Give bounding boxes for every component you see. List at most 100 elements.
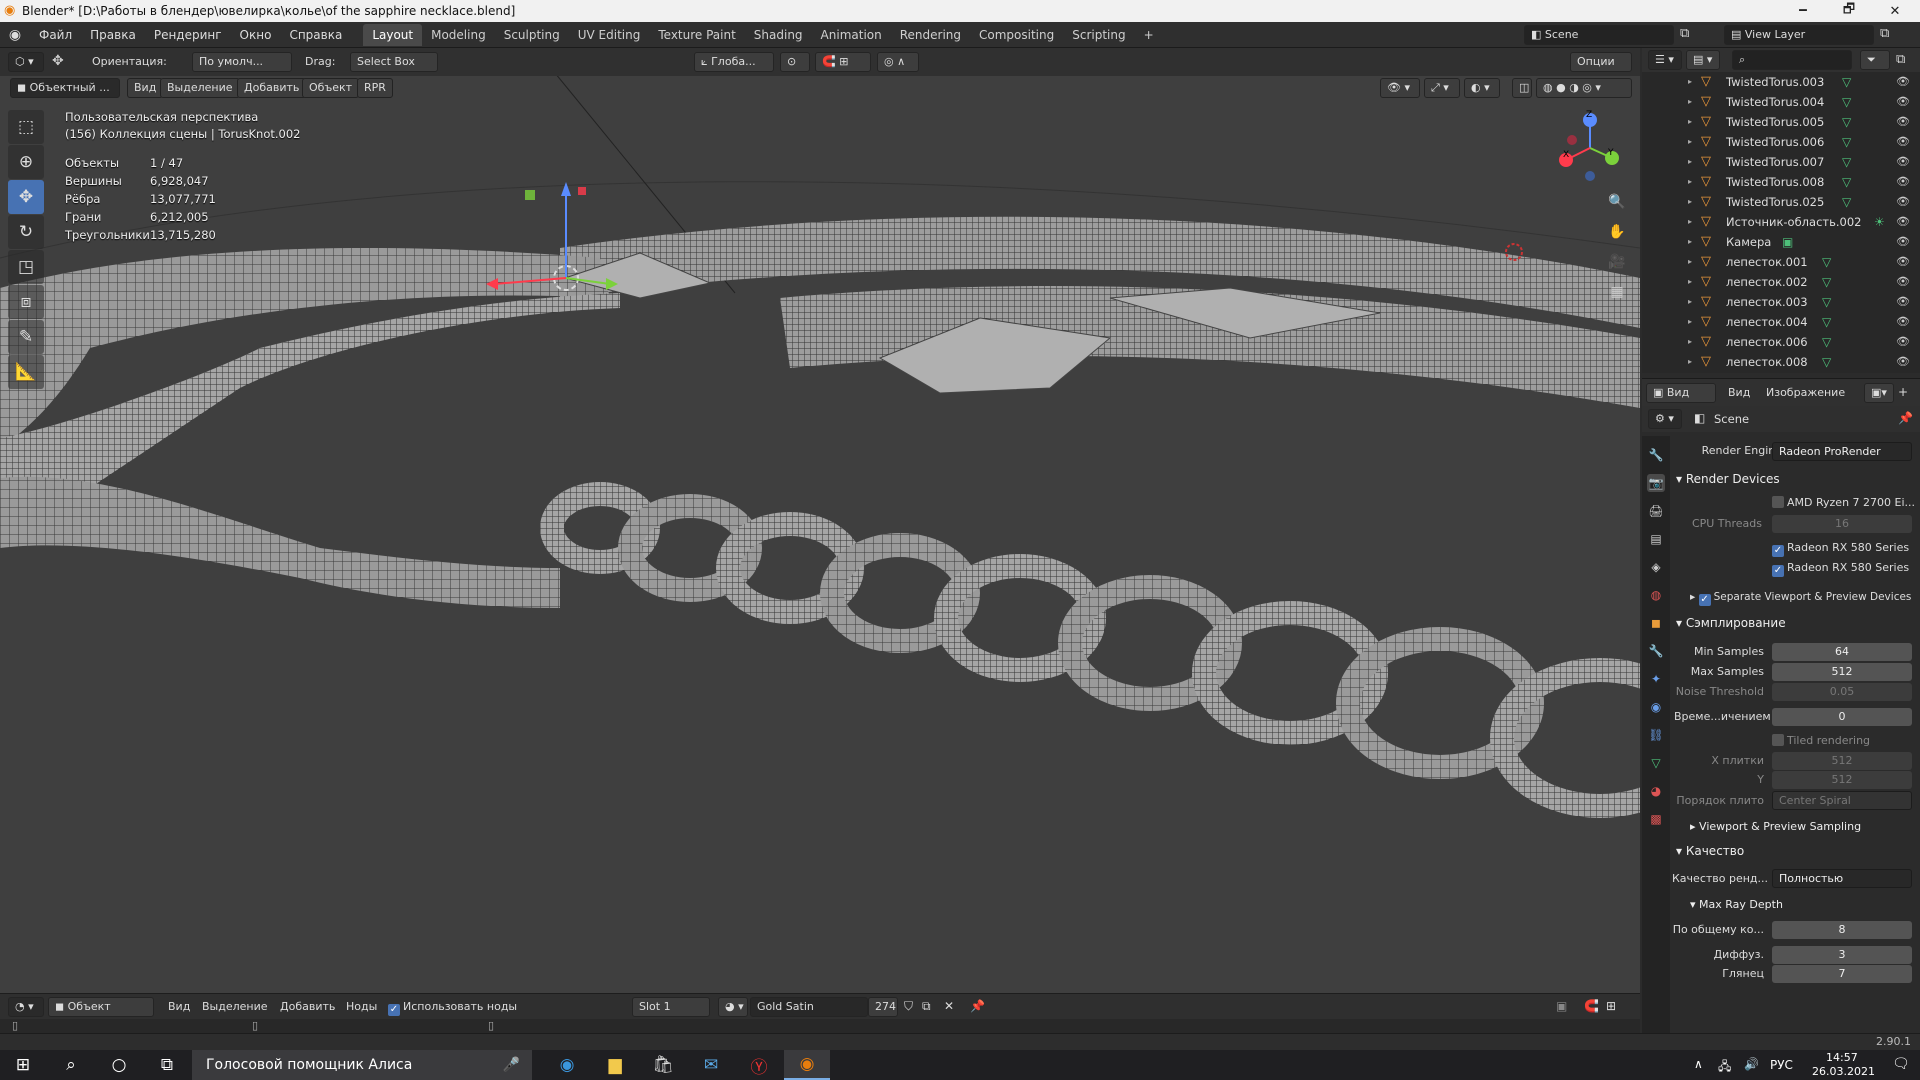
- outliner-row[interactable]: ▸ ▽ лепесток.004 ▽ 👁: [1642, 312, 1920, 332]
- time-limit-field[interactable]: 0: [1772, 708, 1912, 726]
- task-view-icon[interactable]: ⧉: [144, 1050, 190, 1080]
- mesh-data-icon[interactable]: ▽: [1842, 152, 1851, 172]
- section-sampling[interactable]: ▾ Сэмплирование: [1676, 616, 1786, 630]
- mesh-data-icon[interactable]: ▽: [1822, 332, 1831, 352]
- expand-arrow-icon[interactable]: ▸: [1688, 232, 1692, 252]
- visibility-eye-icon[interactable]: 👁: [1896, 172, 1910, 192]
- transform-pivot-icon[interactable]: ✥: [52, 53, 64, 69]
- visibility-eye-icon[interactable]: 👁: [1896, 132, 1910, 152]
- material-users-count[interactable]: 274: [868, 997, 898, 1017]
- snapping-dropdown[interactable]: 🧲 ⊞: [815, 52, 871, 72]
- measure-tool-icon[interactable]: 📐: [8, 355, 44, 389]
- min-samples-field[interactable]: 64: [1772, 643, 1912, 661]
- viewport-menu-object[interactable]: Объект: [302, 78, 360, 98]
- expand-arrow-icon[interactable]: ▸: [1688, 332, 1692, 352]
- render-engine-dropdown[interactable]: Radeon ProRender: [1772, 442, 1912, 461]
- constraints-tab-icon[interactable]: ⛓: [1647, 726, 1665, 744]
- backdrop-icon[interactable]: ▣: [1556, 999, 1567, 1013]
- microphone-icon[interactable]: 🎤: [503, 1050, 520, 1080]
- image-menu-view[interactable]: Вид: [1728, 386, 1750, 399]
- section-quality[interactable]: ▾ Качество: [1676, 844, 1744, 858]
- overlay-dropdown[interactable]: ◐ ▾: [1464, 78, 1500, 98]
- new-view-layer-icon[interactable]: ⧉: [1880, 26, 1889, 41]
- outliner-row[interactable]: ▸ ▽ TwistedTorus.005 ▽ 👁: [1642, 112, 1920, 132]
- shader-menu-nodes[interactable]: Ноды: [346, 1000, 377, 1013]
- outliner-row[interactable]: ▸ ▽ лепесток.002 ▽ 👁: [1642, 272, 1920, 292]
- output-tab-icon[interactable]: 🖨: [1647, 502, 1665, 520]
- separate-devices-checkbox[interactable]: ▸ ✓ Separate Viewport & Preview Devices: [1690, 591, 1911, 606]
- expand-arrow-icon[interactable]: ▸: [1688, 352, 1692, 372]
- tile-x-field[interactable]: 512: [1772, 752, 1912, 770]
- search-icon[interactable]: ⌕: [48, 1050, 94, 1080]
- outliner-row[interactable]: ▸ ▽ Камера ▣ 👁: [1642, 232, 1920, 252]
- fake-user-shield-icon[interactable]: ⛉: [904, 999, 913, 1014]
- mesh-data-icon[interactable]: ▽: [1842, 92, 1851, 112]
- mesh-data-icon[interactable]: ▽: [1822, 252, 1831, 272]
- 3d-viewport[interactable]: Z Y X 🔍 ✋ 🎥 ▦ Пользовательская перспекти…: [0, 48, 1640, 993]
- outliner-row[interactable]: ▸ ▽ TwistedTorus.008 ▽ 👁: [1642, 172, 1920, 192]
- expand-arrow-icon[interactable]: ▸: [1688, 292, 1692, 312]
- gpu1-checkbox[interactable]: ✓ Radeon RX 580 Series: [1772, 541, 1909, 557]
- transform-orientation-dropdown[interactable]: ⟀ Глоба...: [694, 52, 774, 72]
- section-viewport-sampling[interactable]: ▸ Viewport & Preview Sampling: [1690, 820, 1861, 833]
- tab-layout[interactable]: Layout: [363, 23, 423, 46]
- tab-texture-paint[interactable]: Texture Paint: [649, 24, 744, 46]
- expand-arrow-icon[interactable]: ▸: [1688, 112, 1692, 132]
- max-samples-field[interactable]: 512: [1772, 663, 1912, 681]
- section-max-ray-depth[interactable]: ▾ Max Ray Depth: [1690, 898, 1783, 911]
- blender-menu-icon[interactable]: ◉: [0, 27, 30, 43]
- outliner-search-input[interactable]: ⌕: [1732, 50, 1852, 70]
- timeline-strip[interactable]: ▯ ▯ ▯: [0, 1019, 1640, 1033]
- visibility-eye-icon[interactable]: 👁: [1896, 72, 1910, 92]
- mesh-data-icon[interactable]: ▽: [1842, 192, 1851, 212]
- outliner-row[interactable]: ▸ ▽ TwistedTorus.006 ▽ 👁: [1642, 132, 1920, 152]
- view-layer-selector[interactable]: ▤ View Layer: [1724, 25, 1874, 45]
- network-icon[interactable]: 🖧: [1718, 1057, 1731, 1078]
- outliner-row[interactable]: ▸ ▽ лепесток.003 ▽ 👁: [1642, 292, 1920, 312]
- visibility-eye-icon[interactable]: 👁: [1896, 312, 1910, 332]
- camera-data-icon[interactable]: ▣: [1782, 232, 1793, 252]
- tiled-rendering-checkbox[interactable]: Tiled rendering: [1772, 734, 1870, 747]
- outliner-row[interactable]: ▸ ▽ лепесток.008 ▽ 👁: [1642, 352, 1920, 372]
- rotate-tool-icon[interactable]: ↻: [8, 215, 44, 249]
- material-browse-button[interactable]: ◕ ▾: [718, 997, 748, 1017]
- move-tool-icon[interactable]: ✥: [8, 180, 44, 214]
- drag-dropdown[interactable]: Select Box: [350, 52, 438, 72]
- outliner-row[interactable]: ▸ ▽ Источник-область.002 ☀ 👁: [1642, 212, 1920, 232]
- snap-icon[interactable]: 🧲: [1584, 999, 1599, 1013]
- gpu2-checkbox[interactable]: ✓ Radeon RX 580 Series: [1772, 561, 1909, 577]
- pivot-point-dropdown[interactable]: ⊙: [780, 52, 810, 72]
- menu-render[interactable]: Рендеринг: [145, 22, 231, 48]
- pin-icon[interactable]: 📌: [970, 999, 985, 1013]
- display-mode-dropdown[interactable]: ▤ ▾: [1686, 50, 1720, 70]
- cortana-icon[interactable]: ○: [96, 1050, 142, 1080]
- snap-mode-icon[interactable]: ⊞: [1606, 999, 1616, 1013]
- options-dropdown[interactable]: Опции: [1570, 52, 1632, 72]
- outliner-row[interactable]: ▸ ▽ лепесток.006 ▽ 👁: [1642, 332, 1920, 352]
- light-data-icon[interactable]: ☀: [1874, 212, 1885, 232]
- expand-arrow-icon[interactable]: ▸: [1688, 252, 1692, 272]
- camera-view-icon[interactable]: 🎥: [1604, 254, 1630, 284]
- mesh-data-icon[interactable]: ▽: [1822, 312, 1831, 332]
- shading-mode-buttons[interactable]: ◍ ● ◑ ◎ ▾: [1536, 78, 1632, 98]
- language-indicator[interactable]: РУС: [1770, 1058, 1793, 1072]
- proportional-edit-dropdown[interactable]: ◎ ∧: [877, 52, 919, 72]
- visibility-eye-icon[interactable]: 👁: [1896, 292, 1910, 312]
- object-tab-icon[interactable]: ◼: [1647, 614, 1665, 632]
- transform-tool-icon[interactable]: ⧈: [8, 285, 44, 319]
- visibility-eye-icon[interactable]: 👁: [1896, 252, 1910, 272]
- minimize-button[interactable]: 🗕: [1780, 0, 1826, 22]
- mesh-data-icon[interactable]: ▽: [1842, 72, 1851, 92]
- image-browse-button[interactable]: ▣▾: [1864, 383, 1894, 403]
- menu-file[interactable]: Файл: [30, 22, 81, 48]
- shader-type-dropdown[interactable]: ◼ Объект: [48, 997, 154, 1017]
- notifications-icon[interactable]: 🗨: [1892, 1056, 1910, 1072]
- noise-threshold-field[interactable]: 0.05: [1772, 683, 1912, 701]
- tile-order-dropdown[interactable]: Center Spiral: [1772, 791, 1912, 810]
- outliner-row[interactable]: ▸ ▽ лепесток.001 ▽ 👁: [1642, 252, 1920, 272]
- edge-browser-icon[interactable]: ◉: [544, 1050, 590, 1080]
- yandex-browser-icon[interactable]: Ⓨ: [736, 1050, 782, 1080]
- menu-edit[interactable]: Правка: [81, 22, 145, 48]
- modifiers-tab-icon[interactable]: 🔧: [1647, 642, 1665, 660]
- zoom-icon[interactable]: 🔍: [1604, 194, 1630, 224]
